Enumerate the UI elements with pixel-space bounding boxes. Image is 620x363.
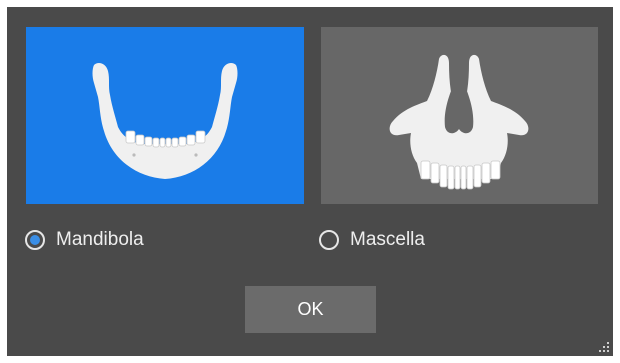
radio-button-unchecked[interactable]: [319, 230, 339, 250]
radio-label-mandibola: Mandibola: [56, 229, 144, 250]
mandible-card[interactable]: [26, 27, 304, 204]
mandible-illustration: [92, 63, 238, 179]
arch-selection-dialog: Mandibola Mascella OK: [7, 7, 613, 356]
radio-option-mascella[interactable]: Mascella: [319, 226, 425, 254]
ok-button[interactable]: OK: [245, 286, 376, 333]
radio-dot: [30, 235, 40, 245]
radio-label-mascella: Mascella: [350, 229, 425, 250]
radio-button-checked[interactable]: [25, 230, 45, 250]
maxilla-card[interactable]: [321, 27, 598, 204]
resize-grip-icon[interactable]: [597, 340, 611, 354]
radio-option-mandibola[interactable]: Mandibola: [25, 226, 144, 254]
maxilla-illustration: [389, 54, 529, 190]
